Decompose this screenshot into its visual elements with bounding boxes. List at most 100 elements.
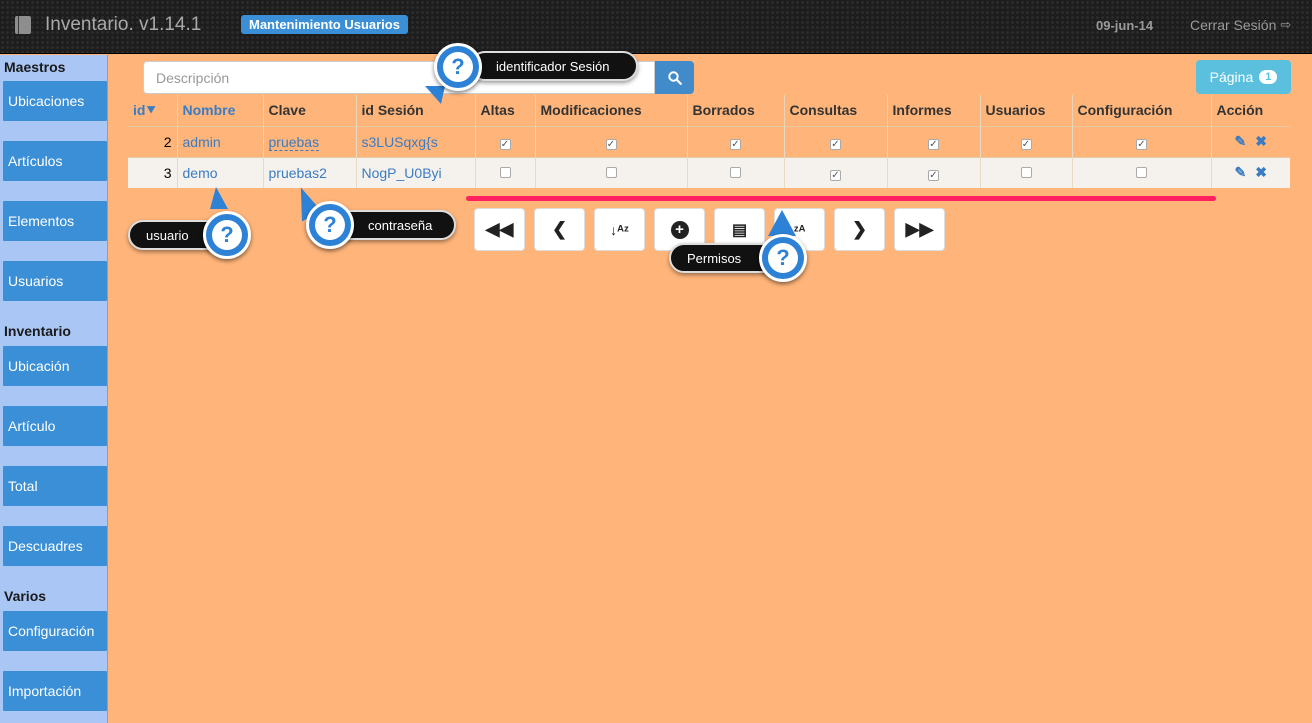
current-date: 09-jun-14 (1096, 18, 1154, 33)
perm-checkbox[interactable]: ✓ (499, 138, 511, 150)
cell-borrados: ✓ (686, 125, 784, 157)
perm-checkbox[interactable]: ✓ (830, 138, 841, 150)
logout-label: Cerrar Sesión (1190, 17, 1277, 33)
search-icon (667, 70, 682, 85)
question-mark: ? (212, 220, 242, 250)
cell-usuarios (979, 156, 1072, 188)
next-page-button[interactable]: ❯ (834, 208, 885, 251)
cell-id: 3 (128, 156, 177, 188)
column-header-accion: Acción (1210, 95, 1290, 126)
list-icon: ▤ (731, 221, 748, 239)
cell-informes: ✓ (886, 156, 980, 188)
help-permisos-icon[interactable]: ? (759, 234, 807, 282)
perm-checkbox[interactable] (1136, 166, 1147, 178)
perm-checkbox[interactable]: ✓ (830, 169, 841, 181)
page-number-badge: 1 (1259, 70, 1278, 84)
perm-checkbox[interactable]: ✓ (928, 138, 939, 150)
logout-icon: ⇨ (1280, 17, 1292, 32)
sort-az-icon: ↓ᴬᶻ (610, 221, 629, 238)
help-sesion-icon[interactable]: ? (434, 43, 482, 91)
page-label: Página (1209, 69, 1254, 85)
perm-checkbox[interactable]: ✓ (928, 169, 939, 181)
perm-checkbox[interactable]: ✓ (1020, 138, 1032, 150)
perm-checkbox[interactable]: ✓ (605, 138, 617, 150)
sidebar-item-ubicacion[interactable]: Ubicación (3, 346, 107, 386)
cell-informes: ✓ (886, 125, 980, 157)
cell-configuracion: ✓ (1071, 125, 1211, 157)
perm-checkbox[interactable] (605, 166, 617, 178)
help-contrasena-icon[interactable]: ? (306, 201, 354, 249)
sidebar-item-articulo[interactable]: Artículo (3, 406, 107, 446)
cell-clave[interactable]: pruebas2 (262, 156, 356, 188)
plus-circle-icon: + (670, 220, 689, 239)
column-header-clave: Clave (262, 95, 356, 126)
help-usuario-icon[interactable]: ? (203, 211, 251, 259)
perm-checkbox[interactable]: ✓ (1136, 138, 1147, 150)
page-button[interactable]: Página 1 (1196, 60, 1291, 94)
cell-modificaciones: ✓ (534, 125, 687, 157)
cell-nombre[interactable]: demo (176, 156, 263, 188)
edit-icon[interactable]: ✎ (1235, 164, 1247, 181)
column-header-modificaciones: Modificaciones (534, 95, 687, 126)
cell-configuracion (1071, 156, 1211, 188)
logout-link[interactable]: Cerrar Sesión ⇨ (1190, 17, 1291, 33)
cell-modificaciones (534, 156, 687, 188)
first-page-button[interactable]: ◀◀ (474, 208, 525, 251)
column-header-consultas: Consultas (783, 95, 887, 126)
column-header-configuracion: Configuración (1071, 95, 1211, 126)
sidebar-item-usuarios[interactable]: Usuarios (3, 261, 107, 301)
top-navbar: Inventario. v1.14.1 Mantenimiento Usuari… (0, 0, 1312, 54)
table-header-row: id⯆ Nombre Clave id Sesión Altas Modific… (128, 95, 1290, 126)
chevron-left-icon: ❮ (551, 219, 568, 239)
cell-clave[interactable]: pruebas (262, 125, 356, 157)
cell-id: 2 (128, 125, 177, 157)
sidebar-item-configuracion[interactable]: Configuración (3, 611, 107, 651)
column-header-nombre[interactable]: Nombre (176, 95, 263, 126)
sidebar-item-importacion[interactable]: Importación (3, 671, 107, 711)
clave-value: pruebas (268, 133, 320, 151)
fast-backward-icon: ◀◀ (485, 219, 514, 239)
sort-asc-button[interactable]: ↓ᴬᶻ (594, 208, 645, 251)
book-icon (15, 16, 31, 34)
table-row: 2 admin pruebas s3LUSqxg{s ✓ ✓ ✓ ✓ ✓ ✓ ✓… (128, 125, 1290, 157)
question-mark: ? (443, 52, 473, 82)
sidebar-item-descuadres[interactable]: Descuadres (3, 526, 107, 566)
cell-borrados (686, 156, 784, 188)
cell-accion: ✎ ✖ (1210, 125, 1290, 157)
section-badge: Mantenimiento Usuarios (241, 15, 408, 34)
delete-icon[interactable]: ✖ (1255, 133, 1267, 150)
cell-id-sesion[interactable]: NogP_U0Byi (355, 156, 475, 188)
delete-icon[interactable]: ✖ (1255, 164, 1267, 181)
cell-nombre[interactable]: admin (176, 125, 263, 157)
search-button[interactable] (655, 61, 694, 94)
cell-altas (474, 156, 535, 188)
edit-icon[interactable]: ✎ (1235, 133, 1247, 150)
cell-id-sesion[interactable]: s3LUSqxg{s (355, 125, 475, 157)
callout-sesion-label: identificador Sesión (470, 51, 638, 81)
column-header-borrados: Borrados (686, 95, 784, 126)
sidebar-item-articulos[interactable]: Artículos (3, 141, 107, 181)
cell-altas: ✓ (474, 125, 535, 157)
perm-checkbox[interactable] (730, 166, 741, 178)
column-header-id-sesion: id Sesión (355, 95, 475, 126)
question-mark: ? (768, 243, 798, 273)
column-header-informes: Informes (886, 95, 980, 126)
prev-page-button[interactable]: ❮ (534, 208, 585, 251)
last-page-button[interactable]: ▶▶ (894, 208, 945, 251)
question-mark: ? (315, 210, 345, 240)
sidebar-item-elementos[interactable]: Elementos (3, 201, 107, 241)
perm-checkbox[interactable] (499, 166, 511, 178)
sidebar-item-ubicaciones[interactable]: Ubicaciones (3, 81, 107, 121)
sidebar-section-maestros: Maestros (4, 59, 66, 75)
permissions-highlight-line (466, 196, 1216, 201)
perm-checkbox[interactable]: ✓ (730, 138, 741, 150)
column-header-id[interactable]: id⯆ (128, 95, 177, 126)
sidebar-item-total[interactable]: Total (3, 466, 107, 506)
cell-consultas: ✓ (783, 156, 887, 188)
brand[interactable]: Inventario. v1.14.1 (15, 14, 201, 36)
perm-checkbox[interactable] (1020, 166, 1032, 178)
table-row: 3 demo pruebas2 NogP_U0Byi ✓ ✓ ✎ ✖ (128, 156, 1290, 188)
column-header-usuarios: Usuarios (979, 95, 1072, 126)
sidebar-section-inventario: Inventario (4, 323, 71, 339)
fast-forward-icon: ▶▶ (905, 219, 934, 239)
